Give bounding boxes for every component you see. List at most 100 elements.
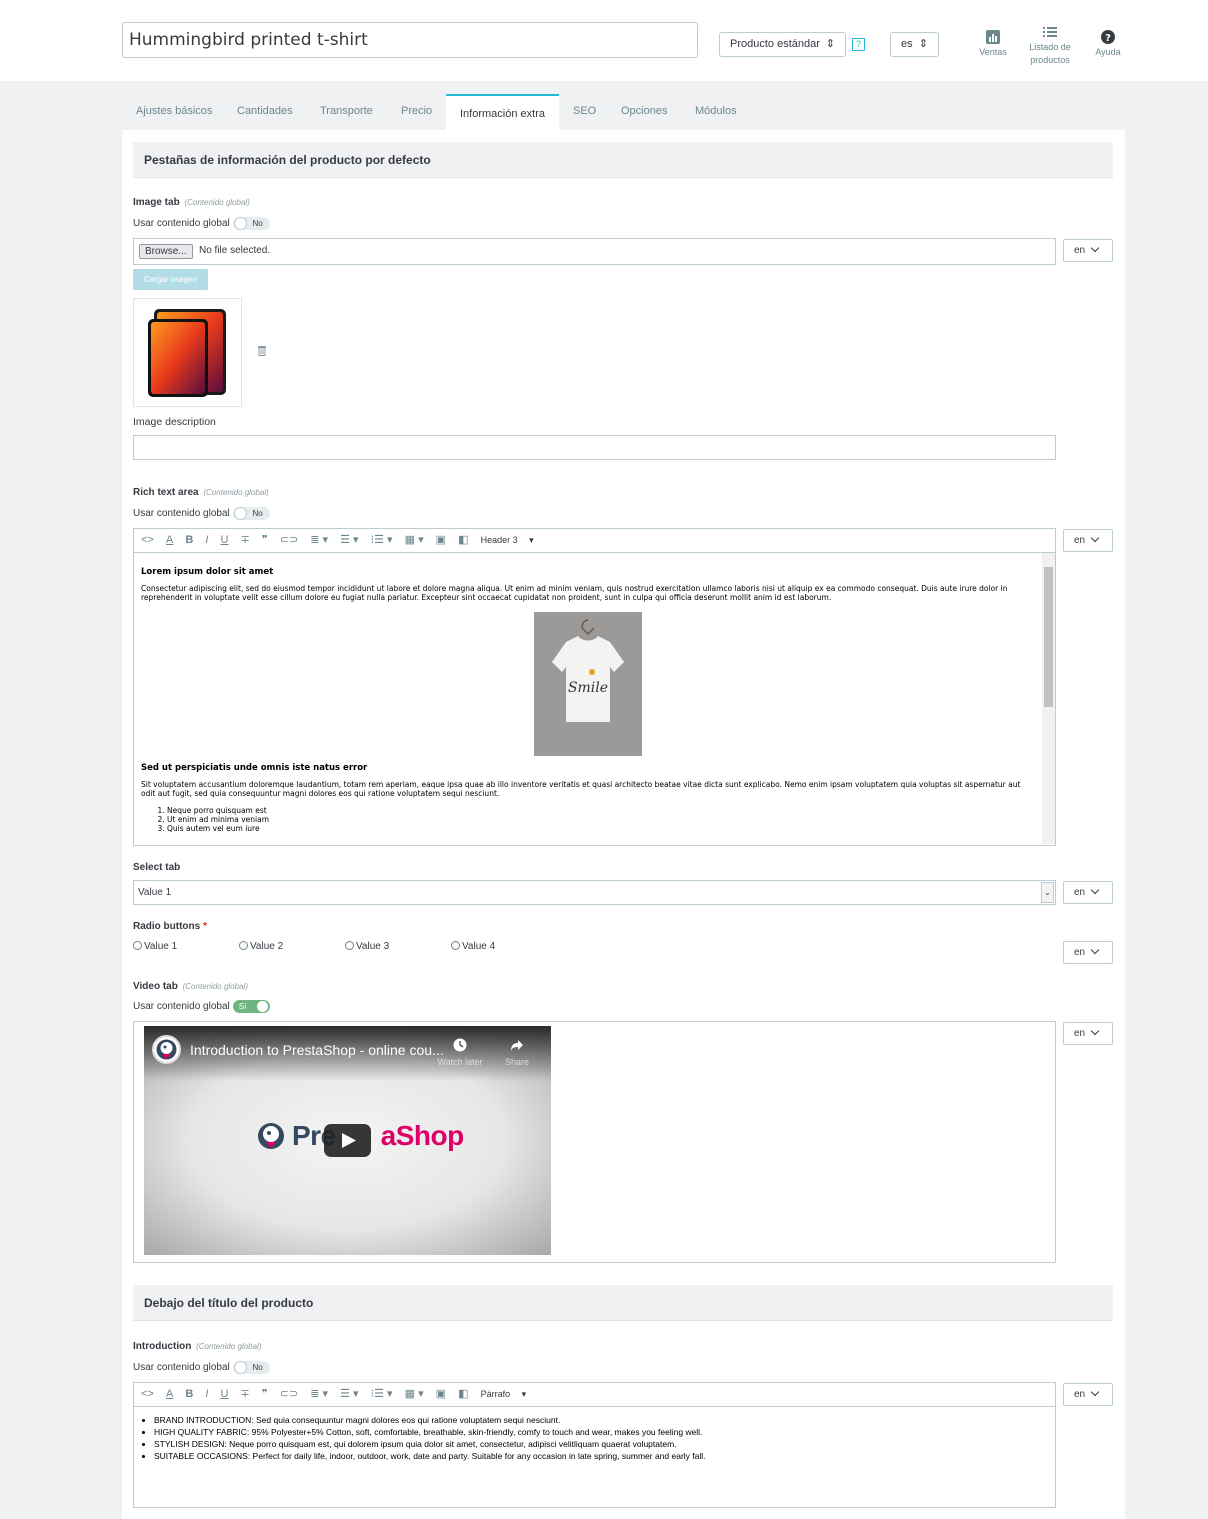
clock-icon — [453, 1038, 467, 1052]
tab-precio[interactable]: Precio — [387, 94, 446, 130]
link-button[interactable]: ⊂⊃ — [280, 529, 298, 552]
help-icon[interactable]: ? — [852, 38, 865, 51]
radio-option[interactable]: Value 3 — [345, 941, 389, 952]
section-default-tabs-header: Pestañas de información del producto por… — [133, 142, 1113, 178]
use-global-toggle[interactable]: No — [232, 217, 270, 230]
product-list-label: Listado de productos — [1029, 42, 1071, 65]
quote-button[interactable]: ❞ — [262, 1383, 268, 1406]
code-view-button[interactable]: <> — [141, 529, 154, 552]
quote-button[interactable]: ❞ — [262, 529, 268, 552]
channel-avatar[interactable] — [152, 1035, 181, 1064]
video-title[interactable]: Introduction to PrestaShop - online cou.… — [190, 1042, 444, 1058]
radio-option-label: Value 3 — [356, 941, 390, 952]
browse-button[interactable]: Browse... — [139, 244, 193, 259]
video-button[interactable]: ◧ — [458, 1383, 468, 1406]
product-type-select[interactable]: Producto estándar ⇕ — [719, 32, 846, 57]
required-marker: * — [203, 921, 207, 932]
use-global-row: Usar contenido global No — [133, 507, 270, 520]
language-select[interactable]: es ⇕ — [890, 32, 939, 57]
image-description-input[interactable] — [133, 435, 1056, 460]
radio-label: Radio buttons * — [133, 921, 207, 932]
lang-dropdown-rich-text[interactable]: en — [1063, 529, 1113, 552]
use-global-row: Usar contenido global Sí — [133, 1000, 270, 1013]
lang-dropdown-select[interactable]: en — [1063, 881, 1113, 904]
strikethrough-button[interactable]: ∓ — [240, 1383, 249, 1406]
bullet-list-button[interactable]: ☰ ▾ — [340, 1383, 358, 1406]
help-button[interactable]: ? Ayuda — [1090, 30, 1126, 59]
format-dropdown[interactable]: Header 3 ▾ — [481, 529, 534, 552]
strikethrough-button[interactable]: ∓ — [240, 529, 249, 552]
table-button[interactable]: ▦ ▾ — [405, 529, 424, 552]
upload-image-button[interactable]: Cargar imagen — [133, 269, 208, 290]
use-global-toggle[interactable]: No — [232, 507, 270, 520]
tab-transporte[interactable]: Transporte — [306, 94, 387, 130]
italic-button[interactable]: I — [205, 1383, 208, 1406]
numbered-list-button[interactable]: ⁝☰ ▾ — [371, 529, 393, 552]
use-global-toggle[interactable]: Sí — [232, 1000, 270, 1013]
toggle-knob — [233, 507, 247, 520]
lang-value: en — [1074, 887, 1086, 898]
list-item: Neque porro quisquam est — [167, 806, 1035, 815]
tab-modulos[interactable]: Módulos — [681, 94, 751, 130]
use-global-toggle[interactable]: No — [232, 1361, 270, 1374]
use-global-row: Usar contenido global No — [133, 1361, 270, 1374]
play-button[interactable] — [324, 1124, 371, 1157]
chevron-down-icon — [1090, 885, 1100, 895]
use-global-row: Usar contenido global No — [133, 217, 270, 230]
product-name-input[interactable]: Hummingbird printed t-shirt — [122, 22, 698, 58]
table-button[interactable]: ▦ ▾ — [405, 1383, 424, 1406]
editor-scrollbar[interactable] — [1042, 553, 1055, 844]
format-value: Párrafo — [480, 1389, 511, 1399]
picture-button[interactable]: ▣ — [436, 1383, 446, 1406]
lang-dropdown-radio[interactable]: en — [1063, 941, 1113, 964]
bullet-list-button[interactable]: ☰ ▾ — [340, 529, 358, 552]
use-global-label: Usar contenido global — [133, 508, 230, 520]
file-input[interactable]: Browse... No file selected. — [133, 238, 1056, 265]
bold-button[interactable]: B — [185, 1383, 193, 1406]
align-button[interactable]: ≣ ▾ — [310, 529, 328, 552]
toggle-knob — [255, 1000, 269, 1013]
video-player[interactable]: Introduction to PrestaShop - online cou.… — [144, 1026, 551, 1255]
link-button[interactable]: ⊂⊃ — [280, 1383, 298, 1406]
code-view-button[interactable]: <> — [141, 1383, 154, 1406]
rich-text-editor[interactable]: Lorem ipsum dolor sit amet Consectetur a… — [133, 553, 1056, 846]
tab-opciones[interactable]: Opciones — [607, 94, 681, 130]
align-button[interactable]: ≣ ▾ — [310, 1383, 328, 1406]
trash-icon[interactable] — [257, 345, 267, 356]
tab-informacion-extra[interactable]: Información extra — [446, 94, 559, 130]
underline-button[interactable]: U — [220, 1383, 228, 1406]
bold-button[interactable]: B — [185, 529, 193, 552]
lang-dropdown-video[interactable]: en — [1063, 1022, 1113, 1045]
tab-ajustes-basicos[interactable]: Ajustes básicos — [122, 94, 226, 130]
format-dropdown[interactable]: Párrafo ▾ — [481, 1383, 527, 1406]
video-button[interactable]: ◧ — [458, 529, 468, 552]
editor-heading-2: Sed ut perspiciatis unde omnis iste natu… — [141, 763, 368, 773]
select-tab-dropdown[interactable]: Value 1 ⌄ — [133, 880, 1056, 905]
tab-cantidades[interactable]: Cantidades — [223, 94, 307, 130]
scrollbar-thumb[interactable] — [1044, 567, 1053, 707]
use-global-label: Usar contenido global — [133, 218, 230, 230]
sales-button[interactable]: Ventas — [975, 30, 1011, 59]
toggle-knob — [233, 1361, 247, 1374]
list-item: Quis autem vel eum iure — [167, 824, 1035, 833]
chevron-down-icon: ⌄ — [1041, 882, 1054, 903]
text-color-button[interactable]: A — [166, 1383, 173, 1406]
text-color-button[interactable]: A — [166, 529, 173, 552]
radio-option[interactable]: Value 2 — [239, 941, 283, 952]
lang-dropdown-image[interactable]: en — [1063, 239, 1113, 262]
radio-option[interactable]: Value 4 — [451, 941, 495, 952]
video-tab-title: Video tab — [133, 981, 178, 992]
watch-later-button[interactable]: Watch later — [432, 1038, 488, 1067]
chevron-down-icon — [1090, 243, 1100, 253]
underline-button[interactable]: U — [220, 529, 228, 552]
introduction-editor[interactable]: BRAND INTRODUCTION: Sed quia consequuntu… — [133, 1407, 1056, 1508]
radio-option[interactable]: Value 1 — [133, 941, 177, 952]
tab-seo[interactable]: SEO — [559, 94, 610, 130]
lang-dropdown-introduction[interactable]: en — [1063, 1383, 1113, 1406]
italic-button[interactable]: I — [205, 529, 208, 552]
picture-button[interactable]: ▣ — [436, 529, 446, 552]
share-button[interactable]: Share — [499, 1038, 535, 1067]
product-list-button[interactable]: Listado de productos — [1024, 25, 1076, 67]
rich-text-title: Rich text area — [133, 487, 199, 498]
numbered-list-button[interactable]: ⁝☰ ▾ — [371, 1383, 393, 1406]
